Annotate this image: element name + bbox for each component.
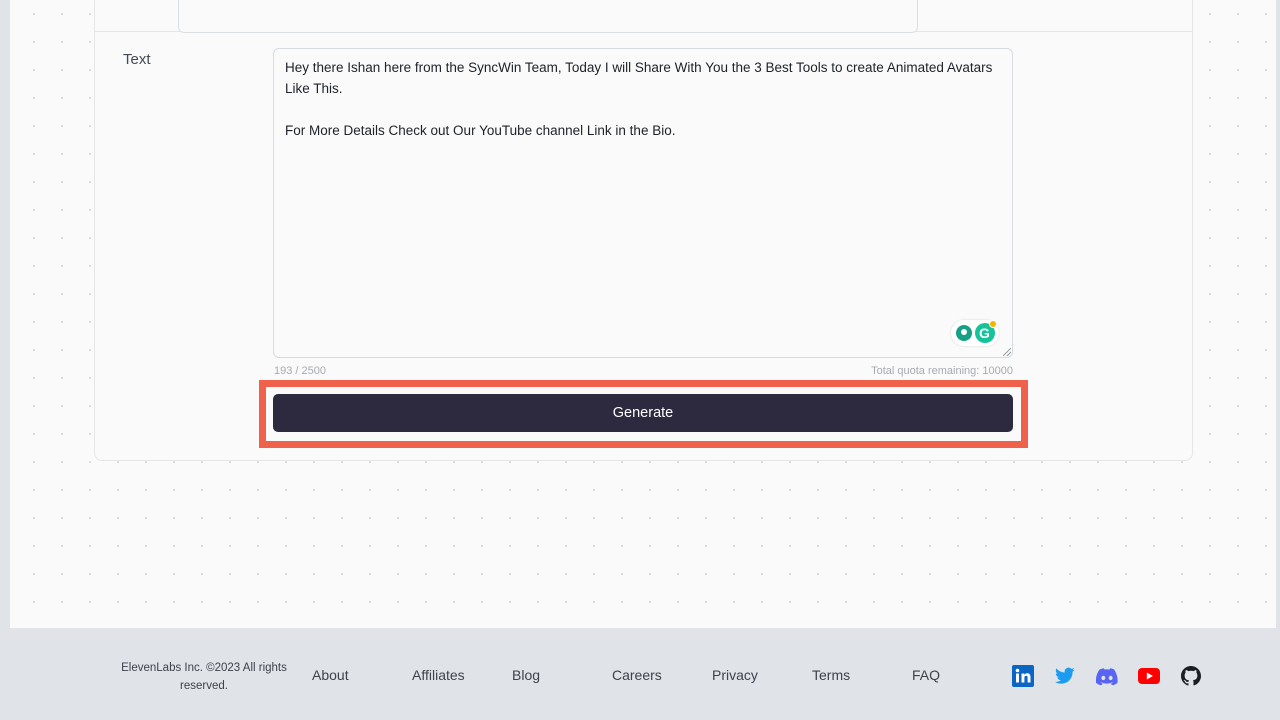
- copyright-text: ElevenLabs Inc. ©2023 All rights reserve…: [121, 662, 287, 692]
- footer-link-about[interactable]: About: [312, 667, 349, 683]
- generate-button[interactable]: Generate: [273, 394, 1013, 432]
- textarea-resize-handle[interactable]: [1003, 348, 1011, 356]
- footer-link-affiliates[interactable]: Affiliates: [412, 667, 465, 683]
- discord-icon[interactable]: [1096, 665, 1118, 687]
- footer-link-careers[interactable]: Careers: [612, 667, 662, 683]
- character-count: 193 / 2500: [274, 365, 326, 377]
- linkedin-icon[interactable]: [1012, 665, 1034, 687]
- footer-link-faq[interactable]: FAQ: [912, 667, 940, 683]
- github-icon[interactable]: [1180, 665, 1202, 687]
- text-input[interactable]: Hey there Ishan here from the SyncWin Te…: [273, 48, 1013, 358]
- youtube-icon[interactable]: [1138, 665, 1160, 687]
- grammarly-widget[interactable]: G: [951, 320, 999, 346]
- grammarly-icon[interactable]: G: [974, 320, 997, 343]
- footer-link-privacy[interactable]: Privacy: [712, 667, 758, 683]
- grammarly-badge: [988, 320, 997, 328]
- previous-field-input[interactable]: [178, 0, 918, 33]
- lightbulb-icon[interactable]: [955, 325, 972, 341]
- text-field-label: Text: [123, 51, 151, 68]
- quota-remaining: Total quota remaining: 10000: [871, 365, 1013, 377]
- footer-link-terms[interactable]: Terms: [812, 667, 850, 683]
- footer: ElevenLabs Inc. ©2023 All rights reserve…: [0, 628, 1280, 720]
- footer-link-blog[interactable]: Blog: [512, 667, 540, 683]
- twitter-icon[interactable]: [1054, 665, 1076, 687]
- previous-field-value: [239, 8, 259, 20]
